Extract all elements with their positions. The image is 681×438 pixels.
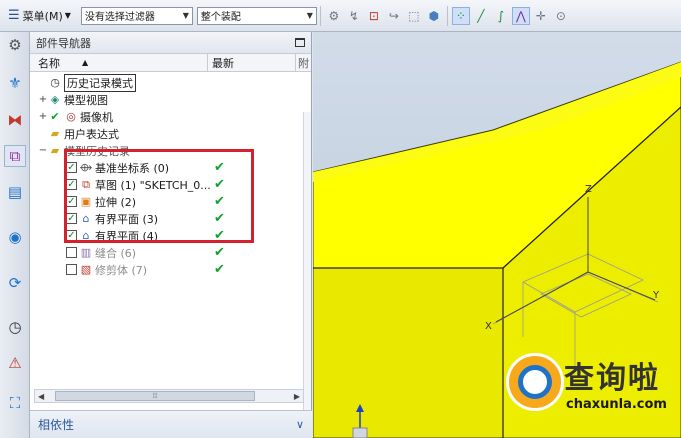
solid-body-icon[interactable]: ⬢ xyxy=(425,7,443,25)
horizontal-scrollbar[interactable]: ◀ ⦙⦙⦙ ▶ xyxy=(34,389,304,403)
column-latest-label: 最新 xyxy=(212,56,234,70)
column-header-name[interactable]: 名称 ▲ xyxy=(30,54,208,71)
dependents-label: 相依性 xyxy=(38,418,75,432)
history-mode-label: 历史记录模式 xyxy=(64,73,136,92)
dependents-panel-header[interactable]: 相依性 ∨ xyxy=(30,410,312,438)
latest-check-icon: ✔ xyxy=(214,245,225,260)
column-header-extra[interactable]: 附 xyxy=(296,54,311,71)
chevron-down-icon: ∨ xyxy=(295,418,304,431)
watermark-url: chaxunla.com xyxy=(566,397,667,412)
part-navigator-icon[interactable]: ⧉ xyxy=(4,145,26,167)
feature-label: 缝合 (6) xyxy=(95,246,137,260)
sort-ascending-icon: ▲ xyxy=(82,58,89,67)
chevron-down-icon: ▼ xyxy=(64,11,71,20)
main-toolbar: ☰ 菜单(M) ▼ 没有选择过滤器 ▼ 整个装配 ▼ ⚙ ↯ ⊡ ↪ ⬚ ⬢ ⁘… xyxy=(0,0,681,32)
column-extra-label: 附 xyxy=(298,56,309,70)
watermark-search-icon xyxy=(506,353,564,411)
arrow-return-icon[interactable]: ↪ xyxy=(385,7,403,25)
latest-check-icon: ✔ xyxy=(214,262,225,277)
solid-front-face[interactable] xyxy=(313,267,504,438)
menu-icon: ☰ xyxy=(8,8,20,23)
folder-icon: ▰ xyxy=(50,127,60,140)
history-icon[interactable]: ⟳ xyxy=(4,272,26,294)
part-navigator-panel: 部件导航器 名称 ▲ 最新 附 ◷ 历史记录模式 + ◈ 模型视图 + ✔ ◎ … xyxy=(30,32,312,438)
snap-points-icon[interactable]: ⁘ xyxy=(451,6,470,25)
roles-icon[interactable]: ⛶ xyxy=(4,392,26,414)
toolbar-separator xyxy=(319,5,321,26)
camera-icon: ◎ xyxy=(66,110,76,123)
tree-row-model-views[interactable]: + ◈ 模型视图 xyxy=(38,91,310,108)
scroll-left-icon[interactable]: ◀ xyxy=(38,392,44,401)
collapse-minus-icon[interactable]: − xyxy=(38,145,48,156)
watermark-logo: 查询啦 chaxunla.com xyxy=(500,349,675,419)
scroll-right-icon[interactable]: ▶ xyxy=(294,392,300,401)
user-expressions-label: 用户表达式 xyxy=(64,127,119,141)
folder-open-icon: ▰ xyxy=(50,144,60,157)
line-snap-icon[interactable]: ╱ xyxy=(472,7,490,25)
panel-title: 部件导航器 xyxy=(36,36,91,50)
selection-filter-value: 没有选择过滤器 xyxy=(84,12,155,23)
column-name-label: 名称 xyxy=(38,56,60,70)
curve-snap-icon[interactable]: ∫ xyxy=(492,7,510,25)
maximize-icon[interactable] xyxy=(295,38,305,47)
highlight-annotation xyxy=(64,149,254,243)
model-views-icon: ◈ xyxy=(50,93,60,106)
process-studio-icon[interactable]: ⚠ xyxy=(4,352,26,374)
chevron-down-icon: ▼ xyxy=(182,11,189,20)
assembly-scope-value: 整个装配 xyxy=(200,12,241,23)
expand-plus-icon[interactable]: + xyxy=(38,111,48,122)
assembly-navigator-icon[interactable]: ⚜ xyxy=(4,72,26,94)
assembly-scope-select[interactable]: 整个装配 ▼ xyxy=(196,6,317,25)
feature-checkbox[interactable] xyxy=(66,247,77,258)
watermark-name: 查询啦 xyxy=(564,361,660,396)
feature-label: 修剪体 (7) xyxy=(95,263,148,277)
menu-button[interactable]: ☰ 菜单(M) ▼ xyxy=(4,5,75,27)
panel-header: 部件导航器 xyxy=(30,32,311,54)
vertical-scrollbar[interactable] xyxy=(303,112,311,428)
center-snap-icon[interactable]: ⊙ xyxy=(552,7,570,25)
trim-body-icon: ▧ xyxy=(80,263,92,276)
reuse-library-icon[interactable]: ▤ xyxy=(4,181,26,203)
tree-row-feature[interactable]: ▧ 修剪体 (7) ✔ xyxy=(66,261,338,278)
select-filter-icon[interactable]: ⊡ xyxy=(365,7,383,25)
tree-row-history-mode[interactable]: ◷ 历史记录模式 xyxy=(38,73,310,92)
tree-row-feature[interactable]: ▥ 缝合 (6) ✔ xyxy=(66,244,338,261)
toolbar-separator xyxy=(446,5,448,26)
resource-bar: ⚙ ⚜ ⧓ ⧉ ▤ ◉ ⟳ ◷ ⚠ ⛶ xyxy=(0,32,30,438)
feature-checkbox[interactable] xyxy=(66,264,77,275)
selection-filter-select[interactable]: 没有选择过滤器 ▼ xyxy=(80,6,193,25)
vertex-snap-icon[interactable]: ⋀ xyxy=(511,6,530,25)
sew-icon: ▥ xyxy=(80,246,92,259)
x-axis-label: X xyxy=(485,321,492,332)
tree-row-cameras[interactable]: + ✔ ◎ 摄像机 xyxy=(38,108,310,125)
column-header-row: 名称 ▲ 最新 附 xyxy=(30,54,311,72)
snap-settings-icon[interactable]: ⚙ xyxy=(325,7,343,25)
menu-label: 菜单(M) xyxy=(22,9,63,23)
scroll-thumb[interactable]: ⦙⦙⦙ xyxy=(55,391,255,401)
tree-row-user-expressions[interactable]: ▰ 用户表达式 xyxy=(38,125,310,142)
constraint-navigator-icon[interactable]: ⧓ xyxy=(4,109,26,131)
arrow-tool-icon[interactable]: ↯ xyxy=(345,7,363,25)
model-views-label: 模型视图 xyxy=(64,93,108,107)
cameras-label: 摄像机 xyxy=(80,110,113,124)
clock-icon[interactable]: ◷ xyxy=(4,316,26,338)
intersection-snap-icon[interactable]: ✛ xyxy=(532,7,550,25)
chevron-down-icon: ▼ xyxy=(306,11,313,20)
history-mode-icon: ◷ xyxy=(50,76,60,89)
check-icon: ✔ xyxy=(50,110,60,123)
expand-plus-icon[interactable]: + xyxy=(38,94,48,105)
box-select-icon[interactable]: ⬚ xyxy=(405,7,423,25)
y-axis-label: Y xyxy=(652,290,660,301)
column-header-latest[interactable]: 最新 xyxy=(208,54,296,71)
web-browser-icon[interactable]: ◉ xyxy=(4,226,26,248)
z-axis-label: Z xyxy=(585,184,592,195)
gear-icon[interactable]: ⚙ xyxy=(4,34,26,56)
